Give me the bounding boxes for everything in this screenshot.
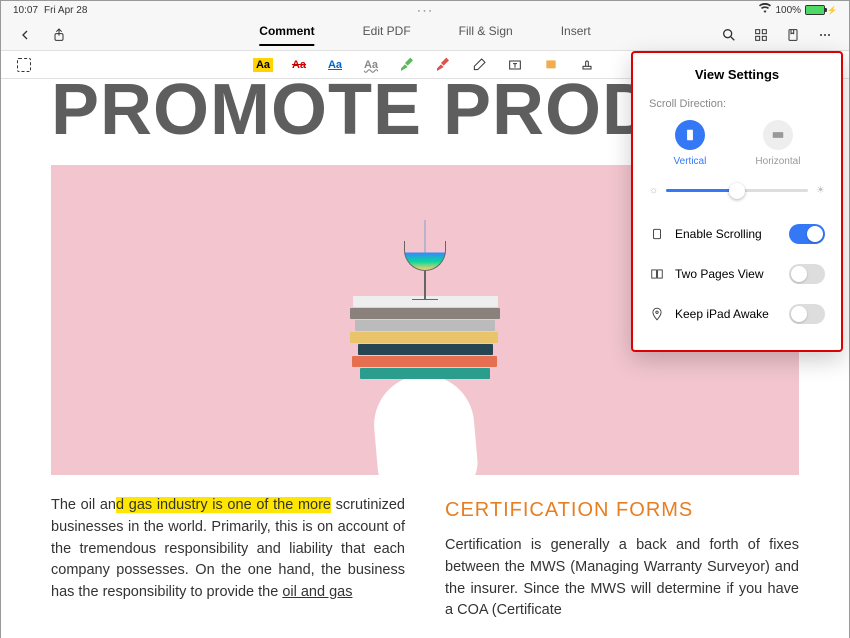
grid-view-button[interactable]	[753, 27, 769, 43]
highlight-icon: Aa	[253, 58, 273, 72]
status-bar: 10:07 Fri Apr 28 ● ● ● 100% ⚡	[1, 1, 849, 19]
slider-track[interactable]	[666, 189, 808, 192]
tab-fill-sign[interactable]: Fill & Sign	[459, 24, 513, 46]
search-button[interactable]	[721, 27, 737, 43]
enable-scrolling-toggle[interactable]	[789, 224, 825, 244]
tool-strikethrough[interactable]: Aa	[288, 55, 310, 75]
crop-icon	[17, 58, 31, 72]
highlighted-text: d gas industry is one of the more	[116, 497, 331, 513]
two-pages-row: Two Pages View	[649, 254, 825, 294]
keep-awake-label: Keep iPad Awake	[675, 307, 779, 321]
status-time: 10:07	[13, 5, 38, 16]
underline-icon: Aa	[328, 59, 342, 71]
scroll-icon	[649, 226, 665, 242]
two-pages-icon	[649, 266, 665, 282]
tool-note[interactable]	[540, 55, 562, 75]
strikethrough-icon: Aa	[292, 59, 306, 71]
keep-awake-toggle[interactable]	[789, 304, 825, 324]
location-icon	[649, 306, 665, 322]
status-dots: ● ● ●	[418, 8, 432, 13]
tool-underline[interactable]: Aa	[324, 55, 346, 75]
tool-highlight[interactable]: Aa	[252, 55, 274, 75]
bookmark-button[interactable]	[785, 27, 801, 43]
nav-bar: Comment Edit PDF Fill & Sign Insert	[1, 19, 849, 51]
panel-title: View Settings	[649, 67, 825, 82]
horizontal-icon	[763, 120, 793, 150]
column-left: The oil and gas industry is one of the m…	[51, 495, 405, 622]
vertical-icon	[675, 120, 705, 150]
enable-scrolling-row: Enable Scrolling	[649, 214, 825, 254]
share-button[interactable]	[51, 27, 67, 43]
two-pages-label: Two Pages View	[675, 267, 779, 281]
scroll-direction-label: Scroll Direction:	[649, 98, 825, 110]
battery-pct: 100%	[775, 5, 801, 16]
brightness-slider[interactable]: ☼ ☀	[649, 185, 825, 196]
back-button[interactable]	[17, 27, 33, 43]
slider-thumb[interactable]	[729, 183, 745, 199]
enable-scrolling-label: Enable Scrolling	[675, 227, 779, 241]
wifi-icon	[759, 3, 771, 18]
tab-edit-pdf[interactable]: Edit PDF	[363, 24, 411, 46]
brightness-low-icon: ☼	[649, 185, 658, 196]
two-pages-toggle[interactable]	[789, 264, 825, 284]
battery-icon: ⚡	[805, 5, 837, 15]
tool-marker-red[interactable]	[432, 55, 454, 75]
status-date: Fri Apr 28	[44, 5, 87, 16]
column-title: CERTIFICATION FORMS	[445, 495, 799, 525]
tool-marker-green[interactable]	[396, 55, 418, 75]
tool-textbox[interactable]	[504, 55, 526, 75]
tool-eraser[interactable]	[468, 55, 490, 75]
tool-crop[interactable]	[13, 55, 35, 75]
vertical-label: Vertical	[674, 156, 707, 167]
more-button[interactable]	[817, 27, 833, 43]
tab-insert[interactable]: Insert	[561, 24, 591, 46]
scroll-horizontal-option[interactable]: Horizontal	[755, 120, 800, 167]
wavy-icon: Aa	[364, 59, 378, 71]
tab-comment[interactable]: Comment	[259, 24, 314, 46]
underlined-text: oil and gas	[282, 584, 352, 600]
tool-wavy[interactable]: Aa	[360, 55, 382, 75]
tool-stamp[interactable]	[576, 55, 598, 75]
column-right: CERTIFICATION FORMS Certification is gen…	[445, 495, 799, 622]
keep-awake-row: Keep iPad Awake	[649, 294, 825, 334]
view-settings-panel: View Settings Scroll Direction: Vertical…	[631, 51, 843, 352]
scroll-vertical-option[interactable]: Vertical	[674, 120, 707, 167]
horizontal-label: Horizontal	[755, 156, 800, 167]
brightness-high-icon: ☀	[816, 185, 825, 196]
